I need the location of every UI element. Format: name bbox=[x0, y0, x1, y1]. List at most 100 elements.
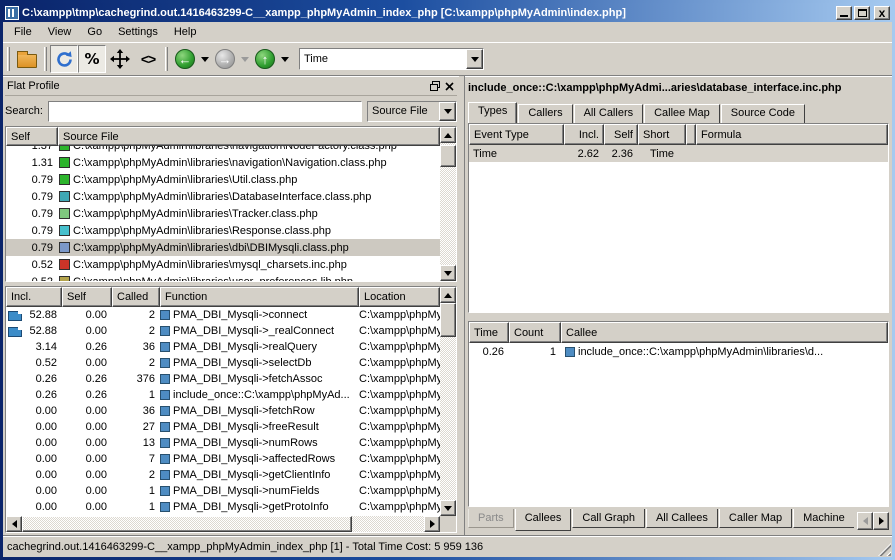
tab-scroll-buttons bbox=[857, 512, 889, 530]
column-header-formula[interactable]: Formula bbox=[696, 124, 888, 145]
column-header-location[interactable]: Location bbox=[359, 287, 440, 307]
toolbar-handle[interactable] bbox=[165, 47, 168, 71]
open-file-button[interactable] bbox=[13, 45, 41, 73]
table-row[interactable]: 0.261include_once::C:\xampp\phpMyAdmin\l… bbox=[469, 343, 888, 360]
table-row[interactable]: 0.260.261include_once::C:\xampp\phpMyAd.… bbox=[6, 387, 440, 403]
dock-close-button[interactable] bbox=[442, 79, 457, 94]
table-row[interactable]: 0.000.0036PMA_DBI_Mysqli->fetchRowC:\xam… bbox=[6, 403, 440, 419]
percent-toggle-button[interactable]: % bbox=[78, 45, 106, 73]
table-row[interactable]: 0.000.002PMA_DBI_Mysqli->getClientInfoC:… bbox=[6, 467, 440, 483]
tab-callees[interactable]: Callees bbox=[515, 509, 572, 531]
event-type-dropdown-button[interactable] bbox=[466, 49, 483, 69]
table-row[interactable]: 1.31C:\xampp\phpMyAdmin\libraries\naviga… bbox=[6, 154, 440, 171]
table-row[interactable]: Time2.622.36Time bbox=[469, 145, 888, 162]
scroll-left-button[interactable] bbox=[6, 516, 22, 532]
dock-move-button[interactable] bbox=[106, 45, 134, 73]
table-row[interactable]: 0.79C:\xampp\phpMyAdmin\libraries\Util.c… bbox=[6, 171, 440, 188]
menu-item-go[interactable]: Go bbox=[79, 24, 110, 40]
table-row[interactable]: 0.79C:\xampp\phpMyAdmin\libraries\dbi\DB… bbox=[6, 239, 440, 256]
tab-callee-map[interactable]: Callee Map bbox=[644, 104, 720, 123]
minimize-button[interactable] bbox=[836, 6, 852, 20]
tab-all-callees[interactable]: All Callees bbox=[646, 509, 718, 528]
column-header-event-type[interactable]: Event Type bbox=[469, 124, 564, 145]
dock-header[interactable]: Flat Profile bbox=[5, 77, 457, 96]
table-row[interactable]: 0.79C:\xampp\phpMyAdmin\libraries\Tracke… bbox=[6, 205, 440, 222]
table-row[interactable]: 52.880.002PMA_DBI_Mysqli->connectC:\xamp… bbox=[6, 307, 440, 323]
up-dropdown[interactable] bbox=[279, 45, 291, 73]
tab-scroll-right-button[interactable] bbox=[873, 512, 889, 530]
table-row[interactable]: 0.000.007PMA_DBI_Mysqli->affectedRowsC:\… bbox=[6, 451, 440, 467]
table-row[interactable]: 1.37C:\xampp\phpMyAdmin\libraries\naviga… bbox=[6, 146, 440, 154]
reload-button[interactable] bbox=[50, 45, 78, 73]
table-row[interactable]: 0.000.0027PMA_DBI_Mysqli->freeResultC:\x… bbox=[6, 419, 440, 435]
column-header-callee[interactable]: Callee bbox=[561, 322, 888, 343]
tab-callers[interactable]: Callers bbox=[518, 104, 572, 123]
column-header-function[interactable]: Function bbox=[160, 287, 359, 307]
scroll-up-button[interactable] bbox=[440, 127, 456, 143]
table-row[interactable]: 0.000.0013PMA_DBI_Mysqli->numRowsC:\xamp… bbox=[6, 435, 440, 451]
function-table-vscrollbar[interactable] bbox=[440, 287, 456, 516]
column-header-spacer[interactable] bbox=[686, 124, 696, 145]
tab-scroll-left-button[interactable] bbox=[857, 512, 873, 530]
function-table-hscrollbar[interactable] bbox=[6, 516, 440, 532]
scroll-down-button[interactable] bbox=[440, 265, 456, 281]
title-bar[interactable]: C:\xampp\tmp\cachegrind.out.1416463299-C… bbox=[3, 3, 892, 22]
scroll-thumb[interactable] bbox=[22, 516, 352, 532]
callee-list: 0.261include_once::C:\xampp\phpMyAdmin\l… bbox=[469, 343, 888, 506]
table-row[interactable]: 52.880.002PMA_DBI_Mysqli->_realConnectC:… bbox=[6, 323, 440, 339]
column-header-self[interactable]: Self bbox=[604, 124, 638, 145]
group-selector-dropdown-button[interactable] bbox=[439, 102, 456, 121]
scroll-thumb[interactable] bbox=[440, 145, 456, 167]
column-header-called[interactable]: Called bbox=[112, 287, 160, 307]
menu-item-settings[interactable]: Settings bbox=[110, 24, 166, 40]
menu-item-view[interactable]: View bbox=[40, 24, 80, 40]
column-header-self[interactable]: Self bbox=[6, 127, 58, 146]
maximize-button[interactable] bbox=[854, 6, 870, 20]
dock-float-button[interactable] bbox=[427, 79, 442, 94]
table-row[interactable]: 0.000.001PMA_DBI_Mysqli->numFieldsC:\xam… bbox=[6, 483, 440, 499]
search-row: Search: Source File bbox=[5, 98, 457, 124]
table-row[interactable]: 0.260.26376PMA_DBI_Mysqli->fetchAssocC:\… bbox=[6, 371, 440, 387]
table-row[interactable]: 0.520.002PMA_DBI_Mysqli->selectDbC:\xamp… bbox=[6, 355, 440, 371]
table-row[interactable]: 0.52C:\xampp\phpMyAdmin\libraries\user_p… bbox=[6, 273, 440, 281]
column-header-time[interactable]: Time bbox=[469, 322, 509, 343]
scroll-down-button[interactable] bbox=[440, 500, 456, 516]
close-button[interactable]: x bbox=[874, 6, 890, 20]
menu-item-file[interactable]: File bbox=[6, 24, 40, 40]
table-row[interactable]: 0.79C:\xampp\phpMyAdmin\libraries\Respon… bbox=[6, 222, 440, 239]
column-header-count[interactable]: Count bbox=[509, 322, 561, 343]
tab-types[interactable]: Types bbox=[468, 102, 517, 123]
up-button[interactable]: ↑ bbox=[251, 45, 279, 73]
tab-call-graph[interactable]: Call Graph bbox=[572, 509, 645, 528]
scroll-right-button[interactable] bbox=[424, 516, 440, 532]
function-name: PMA_DBI_Mysqli->connect bbox=[173, 309, 307, 321]
scroll-up-button[interactable] bbox=[440, 287, 456, 303]
toolbar-handle[interactable] bbox=[7, 47, 10, 71]
table-row[interactable]: 0.000.001PMA_DBI_Mysqli->getProtoInfoC:\… bbox=[6, 499, 440, 515]
column-header-source-file[interactable]: Source File bbox=[58, 127, 440, 146]
menu-item-help[interactable]: Help bbox=[166, 24, 205, 40]
cell-function: PMA_DBI_Mysqli->realQuery bbox=[160, 341, 359, 353]
search-input[interactable] bbox=[48, 101, 362, 122]
resize-grip[interactable] bbox=[878, 543, 891, 556]
column-header-incl[interactable]: Incl. bbox=[6, 287, 62, 307]
event-type-selector[interactable]: Time bbox=[299, 48, 484, 70]
file-table-vscrollbar[interactable] bbox=[440, 127, 456, 281]
toolbar-handle[interactable] bbox=[44, 47, 47, 71]
tab-machine[interactable]: Machine bbox=[793, 509, 854, 528]
table-row[interactable]: 0.79C:\xampp\phpMyAdmin\libraries\Databa… bbox=[6, 188, 440, 205]
relative-cost-button[interactable]: <> bbox=[134, 45, 162, 73]
tab-caller-map[interactable]: Caller Map bbox=[719, 509, 792, 528]
function-table: Incl. Self Called Function Location 52.8… bbox=[5, 286, 457, 533]
back-button[interactable]: ← bbox=[171, 45, 199, 73]
table-row[interactable]: 3.140.2636PMA_DBI_Mysqli->realQueryC:\xa… bbox=[6, 339, 440, 355]
column-header-incl[interactable]: Incl. bbox=[564, 124, 604, 145]
tab-source-code[interactable]: Source Code bbox=[721, 104, 805, 123]
scroll-thumb[interactable] bbox=[440, 303, 456, 337]
group-selector[interactable]: Source File bbox=[367, 101, 457, 122]
tab-all-callers[interactable]: All Callers bbox=[574, 104, 644, 123]
column-header-self[interactable]: Self bbox=[62, 287, 112, 307]
column-header-short[interactable]: Short bbox=[638, 124, 686, 145]
table-row[interactable]: 0.52C:\xampp\phpMyAdmin\libraries\mysql_… bbox=[6, 256, 440, 273]
back-dropdown[interactable] bbox=[199, 45, 211, 73]
